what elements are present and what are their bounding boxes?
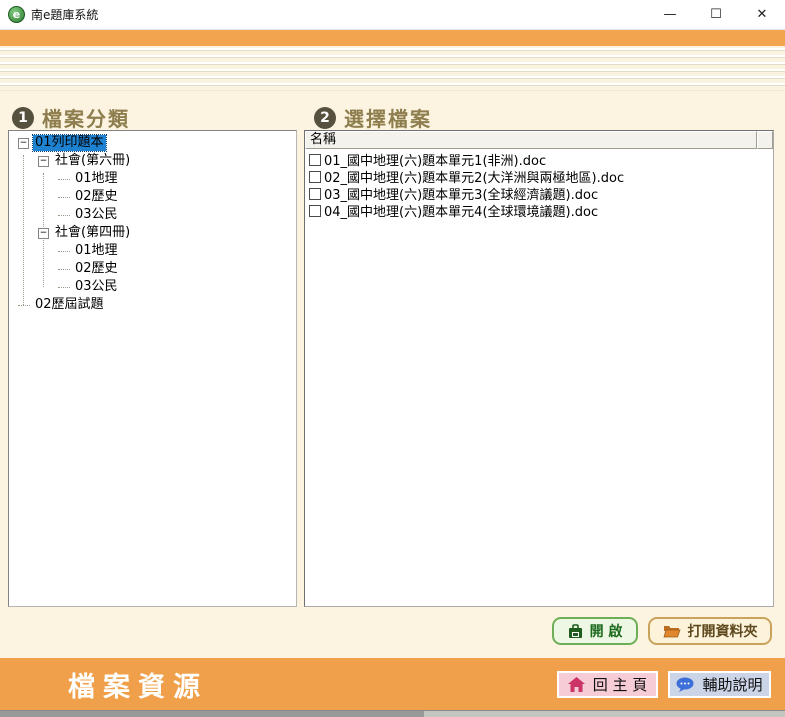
tree-item[interactable]: 03公民 <box>9 206 296 224</box>
open-file-icon <box>568 624 583 639</box>
home-button-label: 回 主 頁 <box>593 674 648 695</box>
tree-connector <box>58 197 70 198</box>
file-row[interactable]: 01_國中地理(六)題本單元1(非洲).doc <box>305 151 773 168</box>
file-list-panel: 名稱 01_國中地理(六)題本單元1(非洲).doc02_國中地理(六)題本單元… <box>304 130 774 607</box>
help-button-label: 輔助說明 <box>702 674 762 695</box>
tree-item-label[interactable]: 02歷史 <box>73 189 120 205</box>
collapse-icon[interactable]: − <box>18 138 29 149</box>
file-checkbox[interactable] <box>309 171 321 183</box>
file-list-header: 名稱 <box>305 131 773 149</box>
striped-band <box>0 46 785 91</box>
tree-item[interactable]: −01列印題本 <box>9 134 296 152</box>
open-button[interactable]: 開 啟 <box>552 617 638 645</box>
app-icon: e <box>8 6 25 23</box>
column-header-stub <box>757 131 773 149</box>
tree-item-label-selected[interactable]: 01列印題本 <box>33 135 106 151</box>
page-title: 檔案資源 <box>68 665 208 704</box>
maximize-icon[interactable]: ☐ <box>693 0 739 29</box>
speech-bubble-icon <box>676 677 694 692</box>
window-controls: — ☐ ✕ <box>647 0 785 29</box>
collapse-icon[interactable]: − <box>38 156 49 167</box>
tree-item-label[interactable]: 01地理 <box>73 171 120 187</box>
tree-item[interactable]: 03公民 <box>9 278 296 296</box>
file-row[interactable]: 03_國中地理(六)題本單元3(全球經濟議題).doc <box>305 185 773 202</box>
tree-item-label[interactable]: 03公民 <box>73 279 120 295</box>
tree-item[interactable]: 02歷屆試題 <box>9 296 296 314</box>
minimize-icon[interactable]: — <box>647 0 693 29</box>
tree-item-label[interactable]: 02歷史 <box>73 261 120 277</box>
step-1-badge: 1 <box>12 107 34 129</box>
collapse-icon[interactable]: − <box>38 228 49 239</box>
tree-item-label[interactable]: 03公民 <box>73 207 120 223</box>
section-header-choose: 2 選擇檔案 <box>314 103 432 132</box>
section-header-classify: 1 檔案分類 <box>12 103 130 132</box>
file-row[interactable]: 02_國中地理(六)題本單元2(大洋洲與兩極地區).doc <box>305 168 773 185</box>
tree-item-label[interactable]: 社會(第四冊) <box>53 225 132 241</box>
section-title-choose: 選擇檔案 <box>344 103 432 132</box>
close-icon[interactable]: ✕ <box>739 0 785 29</box>
main-content: 1 檔案分類 2 選擇檔案 −01列印題本−社會(第六冊)01地理02歷史03公… <box>0 91 785 658</box>
tree-connector <box>58 287 70 288</box>
title-bar: e 南e題庫系統 — ☐ ✕ <box>0 0 785 30</box>
column-header-name[interactable]: 名稱 <box>305 131 757 149</box>
open-folder-button-label: 打開資料夾 <box>688 621 758 641</box>
section-title-classify: 檔案分類 <box>42 103 130 132</box>
tree-connector <box>18 305 30 306</box>
open-button-label: 開 啟 <box>590 621 623 641</box>
tree-connector <box>58 215 70 216</box>
tree-item-label[interactable]: 01地理 <box>73 243 120 259</box>
file-name[interactable]: 04_國中地理(六)題本單元4(全球環境議題).doc <box>324 201 598 220</box>
tree-connector <box>58 251 70 252</box>
tree-item[interactable]: 01地理 <box>9 170 296 188</box>
help-button[interactable]: 輔助說明 <box>668 671 771 698</box>
tree-item-label[interactable]: 社會(第六冊) <box>53 153 132 169</box>
category-tree-panel: −01列印題本−社會(第六冊)01地理02歷史03公民−社會(第四冊)01地理0… <box>8 130 297 607</box>
file-checkbox[interactable] <box>309 205 321 217</box>
home-icon <box>568 677 585 692</box>
tree-item[interactable]: −社會(第六冊) <box>9 152 296 170</box>
tree-connector <box>58 269 70 270</box>
file-checkbox[interactable] <box>309 188 321 200</box>
window-title: 南e題庫系統 <box>31 6 98 23</box>
file-checkbox[interactable] <box>309 154 321 166</box>
bottom-window-edge <box>0 710 785 717</box>
footer-bar: 檔案資源 回 主 頁 輔助說明 <box>0 658 785 710</box>
tree-item-label[interactable]: 02歷屆試題 <box>33 297 106 313</box>
open-folder-button[interactable]: 打開資料夾 <box>648 617 772 645</box>
folder-icon <box>663 624 681 638</box>
footer-buttons: 回 主 頁 輔助說明 <box>557 671 771 698</box>
tree-item[interactable]: 02歷史 <box>9 188 296 206</box>
tree-connector <box>58 179 70 180</box>
file-row[interactable]: 04_國中地理(六)題本單元4(全球環境議題).doc <box>305 202 773 219</box>
step-2-badge: 2 <box>314 107 336 129</box>
orange-band <box>0 30 785 46</box>
home-button[interactable]: 回 主 頁 <box>557 671 658 698</box>
tree-item[interactable]: 02歷史 <box>9 260 296 278</box>
tree-item[interactable]: 01地理 <box>9 242 296 260</box>
action-button-row: 開 啟 打開資料夾 <box>552 617 772 645</box>
tree-item[interactable]: −社會(第四冊) <box>9 224 296 242</box>
